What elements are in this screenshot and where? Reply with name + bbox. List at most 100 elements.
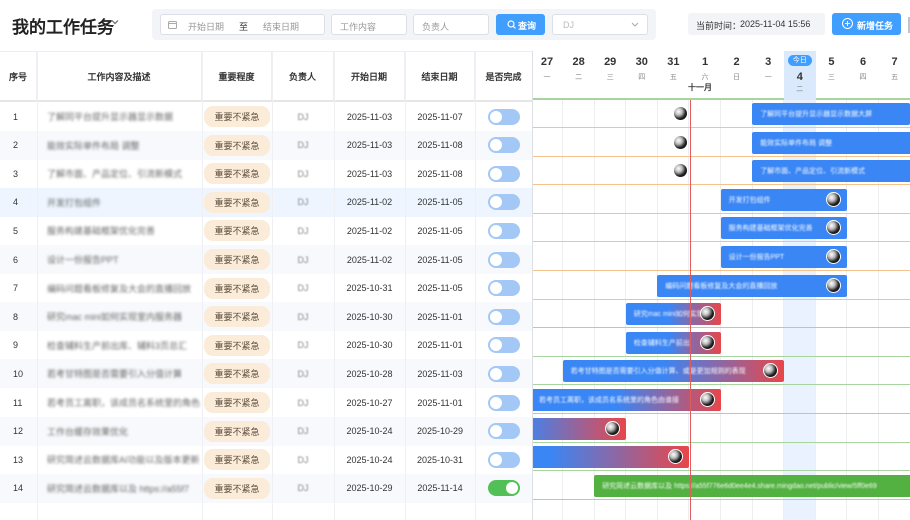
chevron-down-icon[interactable] — [109, 16, 121, 28]
priority-badge[interactable]: 重要不紧急 — [204, 477, 270, 499]
table-row[interactable]: 11 若考员工离职，该成员名系统里的角色 重要不紧急 DJ 2025-10-27 2025… — [0, 388, 532, 417]
gantt-task-bar[interactable]: 及版本更新的内容 — [533, 446, 689, 469]
owner-avatar[interactable] — [604, 420, 620, 436]
owner-avatar[interactable] — [825, 277, 841, 293]
priority-badge[interactable]: 重要不紧急 — [204, 449, 270, 471]
gantt-task-bar[interactable]: 编码问题看板修复及大会的直播回放 — [657, 274, 847, 297]
table-row[interactable]: 5 服务构建基础框架优化完善 重要不紧急 DJ 2025-11-02 2025-11-05 — [0, 216, 532, 245]
owner-avatar[interactable] — [825, 220, 841, 236]
done-toggle[interactable] — [487, 365, 520, 382]
gantt-task-bar[interactable]: 开发打包组件 — [720, 188, 847, 211]
gantt-task-bar[interactable]: 了解同平台提升显示器显示数据大屏 — [673, 103, 910, 125]
gantt-row-gridline — [533, 441, 910, 443]
gantt-task-bar[interactable]: 研究mac mini如何实现 — [625, 303, 721, 326]
table-row[interactable]: 8 研究mac mini如何实现室内服务器 重要不紧急 DJ 2025-10-30 202… — [0, 302, 532, 332]
task-description[interactable]: 设计一份报告PPT — [37, 245, 202, 274]
owner-avatar[interactable] — [673, 106, 689, 121]
done-toggle[interactable] — [487, 423, 520, 440]
task-description[interactable]: 服务构建基础框架优化完善 — [37, 216, 202, 245]
owner-avatar[interactable] — [673, 163, 689, 179]
owner-avatar[interactable] — [825, 249, 841, 264]
done-toggle[interactable] — [487, 480, 520, 497]
end-date: 2025-11-03 — [417, 368, 463, 379]
done-toggle[interactable] — [487, 194, 520, 211]
task-description[interactable]: 能效实际单件布局 调整 — [37, 131, 202, 160]
done-toggle[interactable] — [487, 108, 520, 125]
priority-badge[interactable]: 重要不紧急 — [204, 220, 270, 242]
gantt-task-bar[interactable]: 若考甘特图是否需要引入分值计算、或是更加规则的表现 — [562, 360, 784, 383]
owner-avatar[interactable] — [673, 134, 689, 150]
owner-select[interactable]: DJ — [552, 14, 648, 35]
gantt-task-bar[interactable]: 研究简述云数据库以及 https://a55f776e6d0ee4e4.shar… — [594, 474, 910, 497]
gantt-day-header: 3一 — [752, 51, 784, 100]
column-divider — [272, 51, 273, 520]
search-icon — [507, 20, 516, 29]
table-row[interactable]: 4 开发打包组件 重要不紧急 DJ 2025-11-02 2025-11-05 — [0, 187, 532, 217]
weekday-label: 五 — [669, 74, 677, 81]
done-toggle[interactable] — [487, 137, 520, 154]
query-button[interactable]: 查询 — [496, 14, 545, 35]
table-row[interactable]: 2 能效实际单件布局 调整 重要不紧急 DJ 2025-11-03 2025-11-08 — [0, 130, 532, 160]
gantt-task-bar[interactable]: 设计一份报告PPT — [720, 246, 847, 268]
gantt-task-bar[interactable]: 能效实际单件布局 调整 — [673, 131, 910, 154]
task-description[interactable]: 工作台缓存效果优化 — [37, 417, 202, 446]
row-index: 5 — [13, 225, 19, 236]
priority-badge[interactable]: 重要不紧急 — [204, 334, 270, 356]
priority-badge[interactable]: 重要不紧急 — [204, 420, 270, 442]
done-toggle[interactable] — [487, 308, 520, 325]
task-description[interactable]: 了解市面、产品定位、引流新模式 — [37, 159, 202, 188]
task-description[interactable]: 开发打包组件 — [37, 188, 202, 217]
date-range-picker[interactable]: 开始日期 至 结束日期 — [160, 14, 325, 35]
priority-badge[interactable]: 重要不紧急 — [204, 363, 270, 385]
new-task-button[interactable]: 新增任务 — [832, 13, 901, 35]
content-search-input[interactable]: 工作内容 — [331, 14, 407, 35]
table-row[interactable]: 9 检查辅料生产前出库、辅料3页总汇 重要不紧急 DJ 2025-10-30 2025-1… — [0, 331, 532, 360]
done-toggle[interactable] — [487, 394, 520, 411]
priority-badge[interactable]: 重要不紧急 — [204, 306, 270, 328]
owner-avatar[interactable] — [699, 334, 715, 350]
priority-badge[interactable]: 重要不紧急 — [204, 392, 270, 413]
priority-badge[interactable]: 重要不紧急 — [204, 106, 270, 127]
row-index: 3 — [13, 168, 19, 179]
done-toggle[interactable] — [487, 451, 520, 468]
task-description[interactable]: 研究简述云数据库AI功能以及版本更新 — [37, 445, 202, 474]
gantt-task-bar[interactable]: 检查辅料生产前出 — [625, 331, 721, 354]
gantt-task-bar[interactable]: 若考员工离职，该成员名系统里的角色由谁接 — [533, 389, 721, 411]
table-row[interactable]: 1 了解同平台提升显示器显示数据 重要不紧急 DJ 2025-11-03 2025-11-… — [0, 102, 532, 131]
gantt-task-bar[interactable]: 了解市面、产品定位、引流新模式 — [673, 160, 910, 183]
gantt-task-bar[interactable]: 服务构建基础框架优化完善 — [720, 217, 847, 240]
done-toggle[interactable] — [487, 222, 520, 239]
task-description[interactable]: 检查辅料生产前出库、辅料3页总汇 — [37, 331, 202, 360]
table-row[interactable]: 6 设计一份报告PPT 重要不紧急 DJ 2025-11-02 2025-11-05 — [0, 245, 532, 274]
priority-badge[interactable]: 重要不紧急 — [204, 163, 270, 185]
task-description[interactable]: 若考员工离职，该成员名系统里的角色 — [37, 388, 202, 417]
table-row[interactable]: 10 若考甘特图是否需要引入分值计算 重要不紧急 DJ 2025-10-28 2025-1… — [0, 359, 532, 389]
table-row[interactable]: 7 编码问题看板修复及大会的直播回放 重要不紧急 DJ 2025-10-31 2025-1… — [0, 274, 532, 303]
priority-badge[interactable]: 重要不紧急 — [204, 134, 270, 156]
priority-badge[interactable]: 重要不紧急 — [204, 277, 270, 299]
owner-search-input[interactable]: 负责人 — [413, 14, 489, 35]
table-row[interactable]: 3 了解市面、产品定位、引流新模式 重要不紧急 DJ 2025-11-03 2025-11… — [0, 159, 532, 188]
done-toggle[interactable] — [487, 251, 520, 268]
owner-avatar[interactable] — [762, 363, 778, 379]
table-row[interactable]: 13 研究简述云数据库AI功能以及版本更新 重要不紧急 DJ 2025-10-24 202… — [0, 445, 532, 474]
owner-avatar[interactable] — [668, 449, 683, 465]
task-description[interactable]: 编码问题看板修复及大会的直播回放 — [37, 274, 202, 303]
done-toggle[interactable] — [487, 165, 520, 182]
priority-badge[interactable]: 重要不紧急 — [204, 191, 270, 213]
gantt-task-bar[interactable] — [533, 417, 626, 440]
done-toggle[interactable] — [487, 337, 520, 354]
row-index: 4 — [13, 197, 19, 208]
row-index: 1 — [13, 111, 19, 122]
task-description[interactable]: 若考甘特图是否需要引入分值计算 — [37, 359, 202, 388]
priority-badge[interactable]: 重要不紧急 — [204, 249, 270, 270]
table-row[interactable]: 14 研究简述云数据库以及 https://a55f7 重要不紧急 DJ 2025-10… — [0, 473, 532, 503]
task-description[interactable]: 研究mac mini如何实现室内服务器 — [37, 302, 202, 331]
owner-avatar[interactable] — [699, 306, 715, 322]
owner-avatar[interactable] — [699, 392, 715, 407]
done-toggle[interactable] — [487, 280, 520, 297]
table-row[interactable]: 12 工作台缓存效果优化 重要不紧急 DJ 2025-10-24 2025-10-29 — [0, 416, 532, 446]
task-description[interactable]: 研究简述云数据库以及 https://a55f7 — [37, 474, 202, 503]
owner-avatar[interactable] — [825, 191, 841, 207]
task-description[interactable]: 了解同平台提升显示器显示数据 — [37, 102, 202, 131]
